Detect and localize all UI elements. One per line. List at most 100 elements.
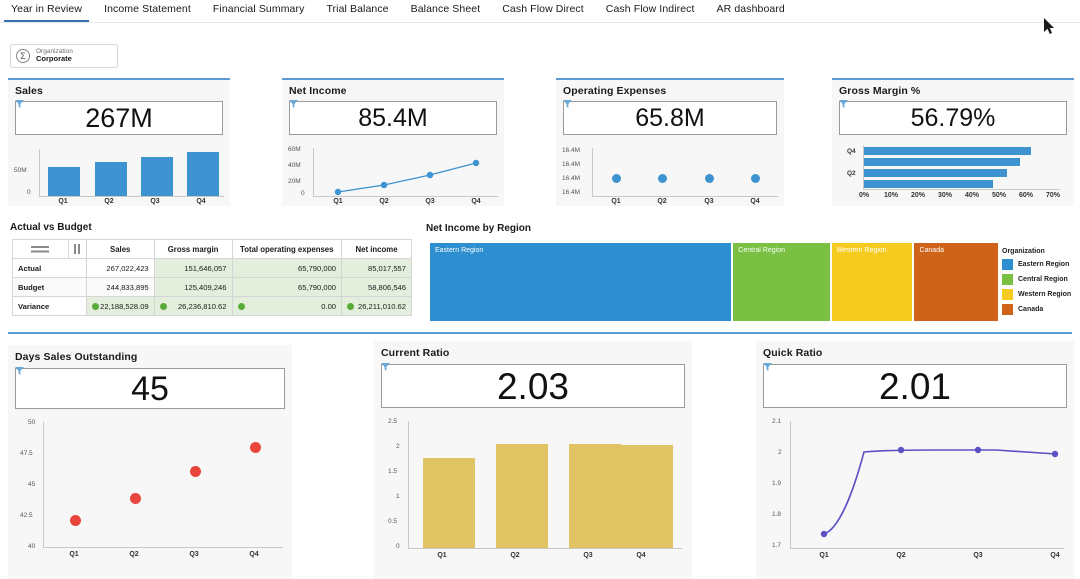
x-tick-label: Q4 <box>224 551 284 558</box>
y-tick-label: 47.5 <box>20 450 33 457</box>
cell-actual-total-operating-expenses: 65,790,000 <box>232 259 342 278</box>
kpi-value-box-gross-margin: 56.79% <box>839 101 1067 135</box>
y-tick-label: 60M <box>288 146 301 153</box>
organization-selector[interactable]: Σ Organization Corporate <box>10 44 118 68</box>
legend-item-western-region[interactable]: Western Region <box>1002 289 1071 300</box>
kpi-card-operating-expenses[interactable]: Operating Expenses 65.8M 16.4M 16.4M 16.… <box>556 78 784 206</box>
tab-trial-balance[interactable]: Trial Balance <box>315 0 399 21</box>
kpi-value-box-days-sales-outstanding: 45 <box>15 368 285 409</box>
kpi-value-box-quick-ratio: 2.01 <box>763 364 1067 408</box>
rows-icon[interactable] <box>31 245 49 254</box>
chart-sales-bars: 50M 0 Q1 Q2 Q3 Q4 <box>14 145 224 207</box>
legend-item-eastern-region[interactable]: Eastern Region <box>1002 259 1071 270</box>
x-tick-label: Q1 <box>315 198 361 205</box>
x-tick-label: 10% <box>879 192 903 199</box>
treemap-cell-canada[interactable]: Canada <box>914 243 997 321</box>
kpi-card-quick-ratio[interactable]: Quick Ratio 2.01 2.1 2 1.9 1.8 1.7 Q1 Q2… <box>756 341 1074 579</box>
table-header-icons[interactable] <box>13 240 69 259</box>
columns-icon[interactable] <box>73 244 81 254</box>
card-title-current-ratio: Current Ratio <box>374 341 692 359</box>
filter-funnel-icon[interactable] <box>289 100 298 108</box>
bar-q4 <box>864 147 1031 155</box>
x-tick-label: Q2 <box>104 551 164 558</box>
y-tick-label: 20M <box>288 178 301 185</box>
legend-item-central-region[interactable]: Central Region <box>1002 274 1071 285</box>
chart-dso-scatter: 50 47.5 45 42.5 40 Q1 Q2 Q3 Q4 <box>16 421 284 579</box>
kpi-value-days-sales-outstanding: 45 <box>131 372 169 406</box>
cell-actual-gross-margin: 151,646,057 <box>154 259 232 278</box>
card-title-net-income: Net Income <box>282 80 504 97</box>
tab-year-in-review[interactable]: Year in Review <box>0 0 93 21</box>
x-axis-line <box>43 547 283 548</box>
treemap-cell-western-region[interactable]: Western Region <box>832 243 915 321</box>
cell-budget-net-income: 58,806,546 <box>342 278 412 297</box>
column-header-gross-margin[interactable]: Gross margin <box>154 240 232 259</box>
status-dot-icon <box>160 303 167 310</box>
column-header-sales[interactable]: Sales <box>86 240 154 259</box>
cell-actual-sales: 267,022,423 <box>86 259 154 278</box>
filter-funnel-icon[interactable] <box>563 100 572 108</box>
cell-variance-net-income: 26,211,010.62 <box>342 297 412 316</box>
chart-gross-margin-bars: Q4 Q2 0% 10% 20% 30% 40% 50% 60% 70% <box>840 145 1066 207</box>
tab-financial-summary[interactable]: Financial Summary <box>202 0 316 21</box>
x-tick-label: Q1 <box>40 198 86 205</box>
y-tick-label: Q4 <box>847 148 856 155</box>
x-axis-line <box>408 548 682 549</box>
actual-vs-budget-table[interactable]: Sales Gross margin Total operating expen… <box>12 239 412 316</box>
column-header-total-operating-expenses[interactable]: Total operating expenses <box>232 240 342 259</box>
organization-value: Corporate <box>36 55 73 64</box>
tab-income-statement[interactable]: Income Statement <box>93 0 202 21</box>
tab-ar-dashboard[interactable]: AR dashboard <box>706 0 796 21</box>
y-tick-label: 16.4M <box>562 161 580 168</box>
y-tick-label: 1.7 <box>772 542 781 549</box>
y-tick-label: 1.5 <box>388 468 397 475</box>
filter-funnel-icon[interactable] <box>15 100 24 108</box>
kpi-value-current-ratio: 2.03 <box>497 368 569 405</box>
filter-funnel-icon[interactable] <box>763 363 772 371</box>
legend-swatch-icon <box>1002 289 1013 300</box>
x-tick-label: Q2 <box>86 198 132 205</box>
table-row[interactable]: Variance 22,188,528.09 26,236,810.62 0.0… <box>13 297 412 316</box>
status-dot-icon <box>238 303 245 310</box>
card-title-operating-expenses: Operating Expenses <box>556 80 784 97</box>
kpi-value-quick-ratio: 2.01 <box>879 368 951 405</box>
filter-funnel-icon[interactable] <box>15 367 24 375</box>
y-tick-label: 2.5 <box>388 418 397 425</box>
treemap-cell-eastern-region[interactable]: Eastern Region <box>430 243 733 321</box>
kpi-card-gross-margin[interactable]: Gross Margin % 56.79% Q4 Q2 0% 10% 20% 3… <box>832 78 1074 206</box>
treemap-cell-central-region[interactable]: Central Region <box>733 243 831 321</box>
table-header-columns-icon[interactable] <box>68 240 86 259</box>
x-tick-label: Q3 <box>686 198 732 205</box>
kpi-card-sales[interactable]: Sales 267M 50M 0 Q1 Q2 Q3 Q4 <box>8 78 230 206</box>
y-tick-label: 2 <box>778 449 782 456</box>
legend-label-eastern-region: Eastern Region <box>1018 261 1069 268</box>
y-tick-label: 16.4M <box>562 147 580 154</box>
table-row[interactable]: Actual 267,022,423 151,646,057 65,790,00… <box>13 259 412 278</box>
kpi-card-days-sales-outstanding[interactable]: Days Sales Outstanding 45 50 47.5 45 42.… <box>8 345 292 579</box>
x-tick-label: 20% <box>906 192 930 199</box>
bar-q4 <box>187 152 219 196</box>
tab-cash-flow-indirect[interactable]: Cash Flow Indirect <box>595 0 706 21</box>
treemap-chart[interactable]: Eastern Region Central Region Western Re… <box>430 243 998 321</box>
legend-item-canada[interactable]: Canada <box>1002 304 1071 315</box>
row-label-actual: Actual <box>13 259 87 278</box>
legend-label-central-region: Central Region <box>1018 276 1068 283</box>
filter-funnel-icon[interactable] <box>381 363 390 371</box>
bar-q3 <box>864 158 1020 166</box>
table-row[interactable]: Budget 244,833,895 125,409,246 65,790,00… <box>13 278 412 297</box>
kpi-card-current-ratio[interactable]: Current Ratio 2.03 2.5 2 1.5 1 0.5 0 Q1 … <box>374 341 692 579</box>
y-tick-label: Q2 <box>847 170 856 177</box>
filter-funnel-icon[interactable] <box>839 100 848 108</box>
tab-cash-flow-direct[interactable]: Cash Flow Direct <box>491 0 595 21</box>
x-tick-label: Q3 <box>407 198 453 205</box>
column-header-net-income[interactable]: Net income <box>342 240 412 259</box>
table-header-row: Sales Gross margin Total operating expen… <box>13 240 412 259</box>
tab-balance-sheet[interactable]: Balance Sheet <box>400 0 492 21</box>
scatter-point-q4 <box>751 174 760 183</box>
row-label-variance: Variance <box>13 297 87 316</box>
x-tick-label: Q2 <box>639 198 685 205</box>
y-tick-label: 42.5 <box>20 512 33 519</box>
scatter-point-q3 <box>190 466 201 477</box>
main-tab-bar: Year in Review Income Statement Financia… <box>0 0 1080 22</box>
kpi-card-net-income[interactable]: Net Income 85.4M 60M 40M 20M 0 Q1 Q2 Q3 … <box>282 78 504 206</box>
